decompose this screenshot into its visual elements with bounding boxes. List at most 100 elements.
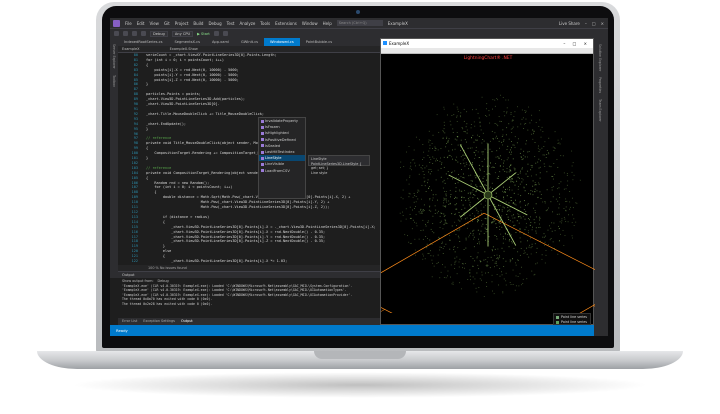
data-point [552,186,554,188]
minimize-icon[interactable]: – [585,21,587,26]
editor-tab[interactable]: App.xaml [206,38,235,46]
properties-tab[interactable]: Properties [598,77,602,93]
data-point [449,235,451,236]
solution-explorer-tab[interactable]: Solution Explorer [598,44,602,71]
menu-item-extensions[interactable]: Extensions [275,21,297,26]
data-point [439,246,441,248]
data-point [519,172,521,174]
start-button[interactable]: ▶ Start [197,32,210,36]
data-point [484,158,485,160]
editor-tab[interactable]: PointBubble.cs [300,38,338,46]
legend-checkbox-icon[interactable] [556,315,559,319]
data-point [498,222,500,224]
bottom-tab[interactable]: Exception Settings [143,318,175,325]
breakpoint-icon[interactable] [222,31,228,36]
editor-tab[interactable]: Windowed.cs [264,38,300,46]
bottom-tab[interactable]: Error List [122,318,137,325]
data-point [509,220,511,222]
scatter-3d-plot[interactable] [381,63,595,313]
menu-item-window[interactable]: Window [302,21,318,26]
data-point [443,215,445,217]
frame-edge [381,212,485,274]
data-point [519,228,521,230]
data-point [451,172,452,174]
editor-tab[interactable]: GWInit.cs [235,38,264,46]
editor-tab[interactable]: SegmentsX.cs [168,38,206,46]
intellisense-item[interactable]: LoadFromCSV [259,168,305,174]
save-icon[interactable] [132,31,137,36]
data-point [438,131,440,133]
data-point [527,232,529,234]
project-selector[interactable]: ExampleX [122,46,140,52]
forward-icon[interactable] [123,31,128,36]
menu-item-test[interactable]: Test [227,21,235,26]
data-point [515,275,517,277]
data-point [506,177,508,179]
data-point [497,137,498,139]
data-point [475,150,477,152]
toolbox-tab[interactable]: Toolbox [112,75,116,87]
server-explorer-tab[interactable]: Server Explorer [112,44,116,69]
data-point [421,184,423,186]
data-point [503,278,505,280]
class-selector[interactable]: ExampleX.Show [170,46,198,52]
data-point [560,181,562,183]
search-input[interactable]: Search (Ctrl+Q) [336,20,383,26]
bottom-tab[interactable]: Output [181,318,193,325]
code-line[interactable]: _chart.View3D.PointLineSeries3D[0].Point… [146,259,380,264]
data-point [514,184,516,186]
menu-item-debug[interactable]: Debug [208,21,221,26]
menu-item-edit[interactable]: Edit [137,21,145,26]
code-line[interactable]: _chart.View3D.PointLineSeries3D[0].Point… [146,225,380,230]
data-point [537,182,539,184]
chart-legend[interactable]: Point line series Point line series [553,313,591,325]
data-point [486,228,488,230]
data-point [498,221,500,223]
menu-item-git[interactable]: Git [164,21,170,26]
data-point [454,221,456,223]
undo-icon[interactable] [141,31,146,36]
menu-item-view[interactable]: View [149,21,159,26]
data-point [430,210,432,212]
data-point [458,174,459,175]
data-point [518,222,520,224]
menu-item-help[interactable]: Help [323,21,332,26]
data-point [545,210,547,212]
data-point [432,255,434,257]
data-point [511,132,513,133]
live-share-button[interactable]: Live Share [559,21,580,26]
data-point [458,261,460,263]
menu-item-project[interactable]: Project [175,21,189,26]
back-icon[interactable] [114,31,119,36]
data-point [503,265,505,267]
team-explorer-tab[interactable]: Team Explorer [598,99,602,122]
data-point [455,190,457,192]
config-select[interactable]: Debug [150,30,168,37]
menu-item-tools[interactable]: Tools [260,21,270,26]
data-point [499,171,501,173]
maximize-icon[interactable]: □ [592,21,596,26]
data-point [548,153,550,155]
data-point [483,171,485,172]
chart-window[interactable]: ExampleX – □ × LightningChart® .NET Poin… [380,38,595,325]
menu-item-build[interactable]: Build [193,21,203,26]
data-point [519,170,521,172]
data-point [545,157,547,158]
data-point [538,167,540,169]
data-point [435,194,437,196]
data-point [470,174,472,176]
menu-item-file[interactable]: File [125,21,132,26]
hot-reload-icon[interactable] [213,31,219,36]
data-point [508,179,510,181]
data-point [512,269,514,271]
platform-select[interactable]: Any CPU [171,30,194,37]
menu-item-analyze[interactable]: Analyze [240,21,256,26]
window-controls[interactable]: – □ × [563,39,590,48]
close-icon[interactable]: × [601,21,604,26]
editor-tab[interactable]: IndexedRootSeries.cs [118,38,168,46]
data-point [507,210,509,212]
legend-checkbox-icon[interactable] [556,320,559,324]
chart-window-title: ExampleX [389,41,410,46]
legend-item-2[interactable]: Point line series [556,320,588,325]
chart-title: LightningChart® .NET [463,56,513,61]
